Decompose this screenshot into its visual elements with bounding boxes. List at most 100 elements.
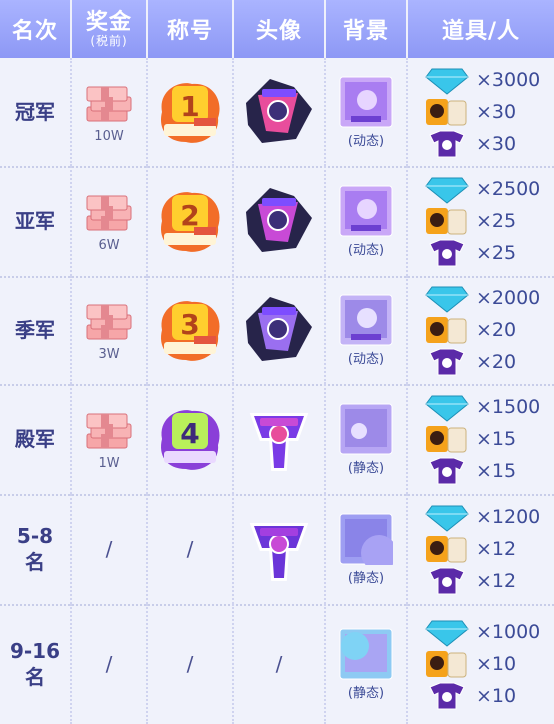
item-quantity: ×12 bbox=[476, 538, 517, 560]
table-row: 冠军 10W 1 (动态) ×3000 ×30 ×30 bbox=[0, 58, 554, 166]
item-card: ×12 bbox=[424, 533, 516, 565]
rewards-table: 名次 奖金 (税前) 称号 头像 背景 道具/人 冠军 10W 1 (动态) ×… bbox=[0, 0, 554, 724]
bonus-amount: 1W bbox=[98, 455, 120, 471]
background-thumbnail bbox=[339, 76, 393, 127]
item-quantity: ×10 bbox=[476, 685, 517, 707]
rank-label: 9-16 bbox=[9, 639, 61, 663]
item-quantity: ×20 bbox=[476, 319, 517, 341]
item-diamond: ×3000 bbox=[424, 64, 540, 96]
background-type-label: (静态) bbox=[347, 460, 385, 476]
title-badge-icon: 4 bbox=[161, 410, 220, 470]
background-type-label: (动态) bbox=[347, 133, 385, 149]
jersey-icon bbox=[429, 130, 465, 158]
item-diamond: ×1500 bbox=[424, 391, 540, 423]
jersey-icon bbox=[429, 239, 465, 267]
background-thumbnail bbox=[339, 628, 393, 679]
item-jersey: ×10 bbox=[424, 680, 516, 712]
item-quantity: ×30 bbox=[476, 133, 517, 155]
header-rank: 名次 bbox=[0, 0, 72, 58]
table-row: 殿军 1W 4 (静态) ×1500 ×15 ×15 bbox=[0, 384, 554, 494]
title-badge-icon: 3 bbox=[161, 301, 220, 361]
bonus-amount: 6W bbox=[98, 237, 120, 253]
header-bonus: 奖金 (税前) bbox=[72, 0, 148, 58]
rank-label: 亚军 bbox=[15, 209, 55, 233]
item-diamond: ×2500 bbox=[424, 173, 540, 205]
background-type-label: (动态) bbox=[347, 242, 385, 258]
item-card: ×10 bbox=[424, 648, 516, 680]
bonus-none: / bbox=[105, 652, 113, 676]
item-quantity: ×25 bbox=[476, 242, 517, 264]
table-row: 亚军 6W 2 (动态) ×2500 ×25 ×25 bbox=[0, 166, 554, 276]
rank-label-suffix: 名 bbox=[25, 550, 45, 574]
jersey-icon bbox=[429, 567, 465, 595]
rank-label: 季军 bbox=[15, 318, 55, 342]
diamond-icon bbox=[425, 620, 469, 647]
item-diamond: ×1200 bbox=[424, 501, 540, 533]
header-bonus-label: 奖金 bbox=[85, 9, 132, 35]
player-card-icon bbox=[426, 536, 467, 563]
svg-text:4: 4 bbox=[180, 417, 199, 450]
rank-label: 殿军 bbox=[15, 427, 55, 451]
table-row: 9-16 名 / / / (静态) ×1000 ×10 ×10 bbox=[0, 604, 554, 724]
background-type-label: (静态) bbox=[347, 570, 385, 586]
item-quantity: ×1200 bbox=[476, 506, 541, 528]
jersey-icon bbox=[429, 348, 465, 376]
diamond-icon bbox=[425, 286, 469, 313]
item-card: ×30 bbox=[424, 96, 516, 128]
player-card-icon bbox=[426, 651, 467, 678]
item-quantity: ×15 bbox=[476, 460, 517, 482]
diamond-icon bbox=[425, 505, 469, 532]
title-badge-icon: 2 bbox=[161, 192, 220, 252]
item-card: ×15 bbox=[424, 423, 516, 455]
player-card-icon bbox=[426, 317, 467, 344]
header-bonus-sub: (税前) bbox=[90, 33, 128, 48]
item-jersey: ×30 bbox=[424, 128, 516, 160]
item-jersey: ×15 bbox=[424, 455, 516, 487]
avatar-frame-icon bbox=[246, 79, 312, 143]
background-thumbnail bbox=[339, 403, 393, 454]
item-card: ×25 bbox=[424, 205, 516, 237]
item-quantity: ×1000 bbox=[476, 621, 541, 643]
table-row: 5-8 名 / / (静态) ×1200 ×12 ×12 bbox=[0, 494, 554, 604]
item-quantity: ×12 bbox=[476, 570, 517, 592]
cash-stack-icon bbox=[86, 86, 132, 121]
item-jersey: ×20 bbox=[424, 346, 516, 378]
header-background: 背景 bbox=[326, 0, 408, 58]
diamond-icon bbox=[425, 177, 469, 204]
avatar-frame-icon bbox=[246, 297, 312, 361]
item-jersey: ×25 bbox=[424, 237, 516, 269]
item-quantity: ×2500 bbox=[476, 178, 541, 200]
header-items: 道具/人 bbox=[408, 0, 554, 58]
item-quantity: ×20 bbox=[476, 351, 517, 373]
item-jersey: ×12 bbox=[424, 565, 516, 597]
item-quantity: ×15 bbox=[476, 428, 517, 450]
rank-label: 5-8 bbox=[16, 524, 54, 548]
cash-stack-icon bbox=[86, 304, 132, 339]
diamond-icon bbox=[425, 395, 469, 422]
background-type-label: (静态) bbox=[347, 685, 385, 701]
background-thumbnail bbox=[339, 294, 393, 345]
bonus-none: / bbox=[105, 537, 113, 561]
avatar-frame-icon bbox=[249, 413, 309, 471]
cash-stack-icon bbox=[86, 195, 132, 230]
bonus-amount: 10W bbox=[94, 128, 124, 144]
title-badge-icon: 1 bbox=[161, 83, 220, 143]
item-quantity: ×25 bbox=[476, 210, 517, 232]
item-diamond: ×2000 bbox=[424, 282, 540, 314]
title-none: / bbox=[186, 652, 194, 676]
header-title: 称号 bbox=[148, 0, 234, 58]
table-row: 季军 3W 3 (动态) ×2000 ×20 ×20 bbox=[0, 276, 554, 384]
item-quantity: ×2000 bbox=[476, 287, 541, 309]
rank-label: 冠军 bbox=[15, 100, 55, 124]
background-type-label: (动态) bbox=[347, 351, 385, 367]
item-quantity: ×30 bbox=[476, 101, 517, 123]
item-quantity: ×3000 bbox=[476, 69, 541, 91]
background-thumbnail bbox=[339, 513, 393, 565]
jersey-icon bbox=[429, 682, 465, 710]
title-none: / bbox=[186, 537, 194, 561]
player-card-icon bbox=[426, 426, 467, 453]
player-card-icon bbox=[426, 208, 467, 235]
bonus-amount: 3W bbox=[98, 346, 120, 362]
avatar-frame-icon bbox=[249, 523, 309, 581]
player-card-icon bbox=[426, 99, 467, 126]
